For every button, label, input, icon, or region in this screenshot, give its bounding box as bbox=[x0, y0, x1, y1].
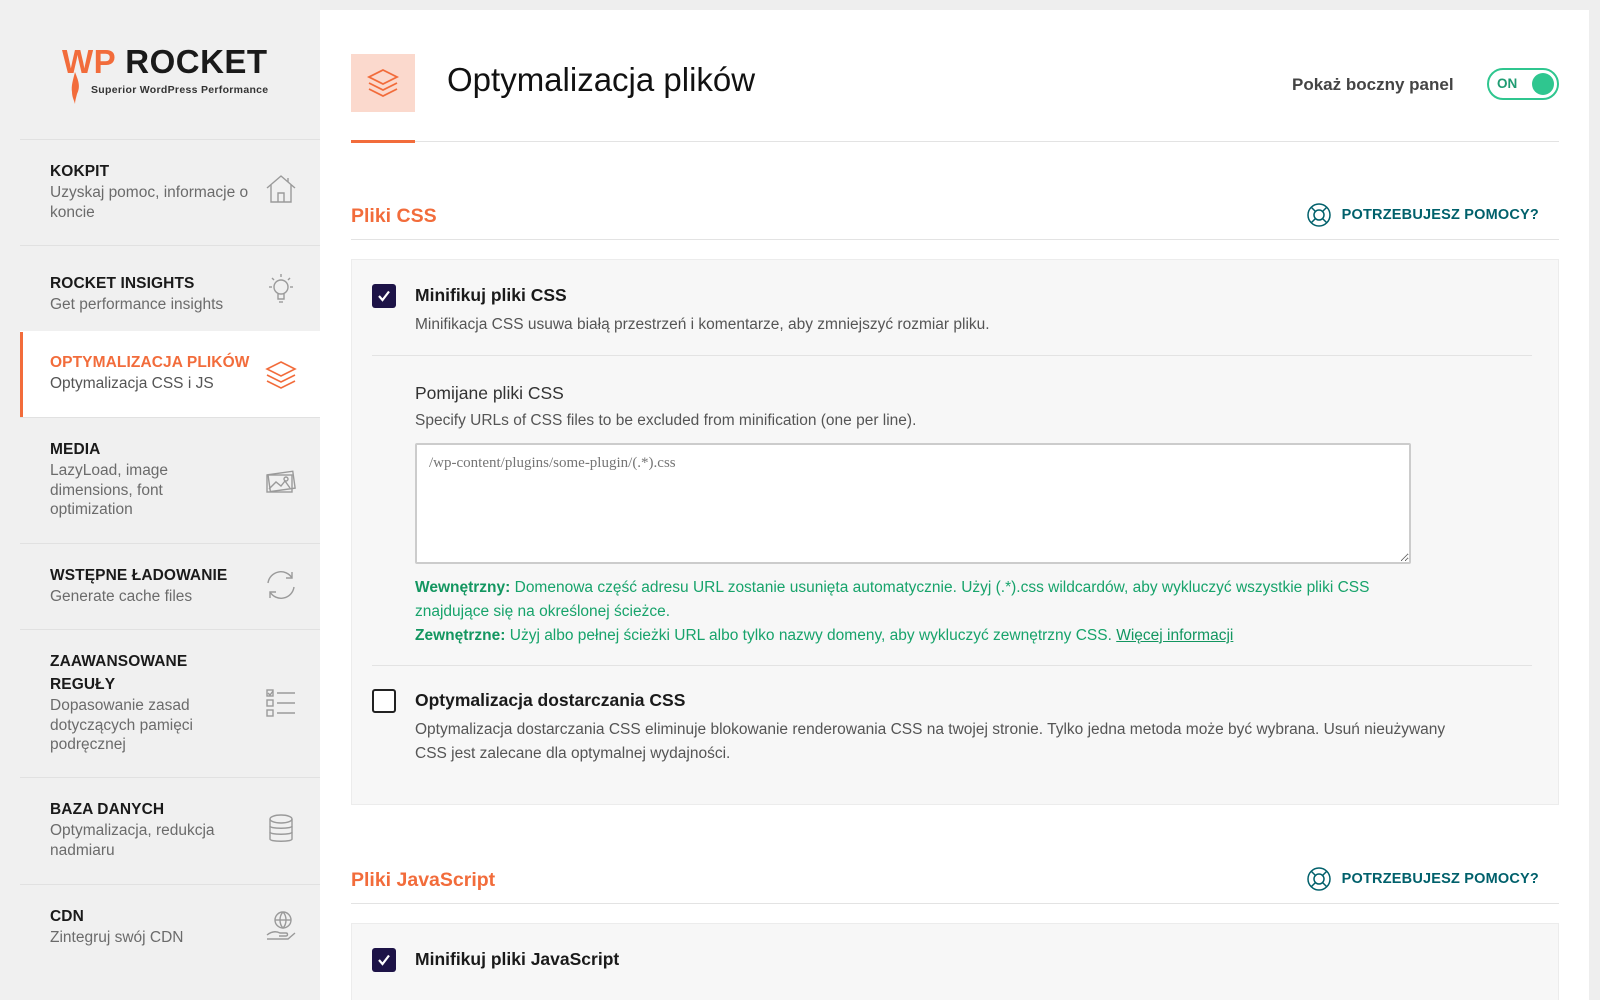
minify-js-title: Minifikuj pliki JavaScript bbox=[415, 949, 620, 969]
sidebar-item-zaawansowane-reguly[interactable]: ZAAWANSOWANE REGUŁY Dopasowanie zasad do… bbox=[20, 629, 320, 777]
sidebar: WP ROCKET Superior WordPress Performance… bbox=[0, 0, 320, 1000]
layers-icon bbox=[366, 68, 400, 98]
sidebar-nav: KOKPIT Uzyskaj pomoc, informacje o konci… bbox=[20, 139, 320, 970]
sidebar-item-baza-danych[interactable]: BAZA DANYCH Optymalizacja, redukcja nadm… bbox=[20, 777, 320, 884]
more-info-link[interactable]: Więcej informacji bbox=[1116, 627, 1233, 644]
sidebar-item-desc: LazyLoad, image dimensions, font optimiz… bbox=[50, 462, 169, 518]
css-help-link[interactable]: POTRZEBUJESZ POMOCY? bbox=[1306, 202, 1539, 228]
sidebar-item-desc: Dopasowanie zasad dotyczących pamięci po… bbox=[50, 697, 194, 753]
sidebar-panel-toggle-label: Pokaż boczny panel bbox=[1292, 75, 1454, 94]
sidebar-panel-toggle[interactable]: ON bbox=[1487, 68, 1559, 100]
option-divider bbox=[372, 355, 1532, 356]
sidebar-item-optymalizacja-plikow[interactable]: OPTYMALIZACJA PLIKÓW Optymalizacja CSS i… bbox=[20, 331, 320, 417]
note-external-text: Użyj albo pełnej ścieżki URL albo tylko … bbox=[505, 627, 1117, 644]
sidebar-item-desc: Optymalizacja, redukcja nadmiaru bbox=[50, 822, 215, 859]
page-icon bbox=[351, 54, 415, 112]
images-icon bbox=[266, 470, 296, 493]
main-panel: Optymalizacja plików Pokaż boczny panel … bbox=[320, 10, 1589, 1000]
note-internal-text: Domenowa część adresu URL zostanie usuni… bbox=[415, 579, 1370, 620]
sidebar-item-desc: Generate cache files bbox=[50, 588, 193, 605]
database-icon bbox=[269, 814, 293, 842]
sidebar-item-desc: Optymalizacja CSS i JS bbox=[50, 375, 214, 392]
globe-hand-icon bbox=[266, 911, 296, 940]
page-title: Optymalizacja plików bbox=[447, 61, 756, 98]
toggle-state: ON bbox=[1497, 76, 1518, 91]
sidebar-item-title: ZAAWANSOWANE REGUŁY bbox=[50, 653, 188, 693]
minify-css-desc: Minifikacja CSS usuwa białą przestrzeń i… bbox=[415, 316, 990, 333]
css-delivery-checkbox[interactable] bbox=[372, 689, 396, 713]
sidebar-item-wstepne-ladowanie[interactable]: WSTĘPNE ŁADOWANIE Generate cache files bbox=[20, 543, 320, 629]
wp-rocket-logo[interactable]: WP ROCKET Superior WordPress Performance bbox=[62, 42, 292, 112]
minify-js-checkbox[interactable] bbox=[372, 948, 396, 972]
home-icon bbox=[266, 175, 296, 203]
section-divider bbox=[351, 903, 1559, 904]
sidebar-item-title: MEDIA bbox=[50, 441, 101, 458]
lifebuoy-icon bbox=[1306, 867, 1331, 891]
help-label: POTRZEBUJESZ POMOCY? bbox=[1341, 207, 1539, 223]
css-options-card: Minifikuj pliki CSS Minifikacja CSS usuw… bbox=[351, 259, 1559, 805]
section-title-js: Pliki JavaScript bbox=[351, 869, 496, 891]
section-divider bbox=[351, 239, 1559, 240]
css-delivery-title: Optymalizacja dostarczania CSS bbox=[415, 690, 686, 710]
sidebar-item-desc: Zintegruj swój CDN bbox=[50, 929, 184, 946]
excluded-css-desc: Specify URLs of CSS files to be excluded… bbox=[415, 412, 917, 429]
excluded-css-title: Pomijane pliki CSS bbox=[415, 383, 564, 403]
checkmark-icon bbox=[378, 954, 390, 966]
header-divider bbox=[351, 141, 1559, 142]
js-help-link[interactable]: POTRZEBUJESZ POMOCY? bbox=[1306, 866, 1539, 892]
excluded-css-note: Wewnętrzny: Domenowa część adresu URL zo… bbox=[415, 576, 1425, 648]
sidebar-item-rocket-insights[interactable]: ROCKET INSIGHTS Get performance insights bbox=[20, 245, 320, 331]
sidebar-item-desc: Get performance insights bbox=[50, 296, 224, 313]
refresh-icon bbox=[267, 571, 295, 599]
help-label: POTRZEBUJESZ POMOCY? bbox=[1341, 871, 1539, 887]
checkmark-icon bbox=[378, 290, 390, 302]
css-delivery-desc: Optymalizacja dostarczania CSS eliminuje… bbox=[415, 721, 1446, 762]
toggle-knob bbox=[1532, 73, 1554, 95]
checklist-icon bbox=[266, 689, 295, 717]
logo-wordmark: WP ROCKET bbox=[62, 43, 268, 80]
lifebuoy-icon bbox=[1306, 203, 1331, 227]
rocket-flame-icon bbox=[71, 72, 79, 104]
option-divider bbox=[372, 665, 1532, 666]
layers-icon bbox=[265, 361, 297, 389]
sidebar-item-desc: Uzyskaj pomoc, informacje o koncie bbox=[50, 184, 249, 221]
lightbulb-icon bbox=[269, 274, 293, 303]
minify-css-title: Minifikuj pliki CSS bbox=[415, 285, 567, 305]
note-internal-label: Wewnętrzny: bbox=[415, 579, 511, 596]
note-external-label: Zewnętrzne: bbox=[415, 627, 506, 644]
sidebar-item-kokpit[interactable]: KOKPIT Uzyskaj pomoc, informacje o konci… bbox=[20, 139, 320, 245]
sidebar-item-media[interactable]: MEDIA LazyLoad, image dimensions, font o… bbox=[20, 417, 320, 543]
excluded-css-textarea[interactable] bbox=[415, 443, 1411, 564]
js-options-card: Minifikuj pliki JavaScript bbox=[351, 923, 1559, 1000]
section-title-css: Pliki CSS bbox=[351, 205, 437, 227]
header-accent bbox=[351, 140, 415, 143]
minify-css-checkbox[interactable] bbox=[372, 284, 396, 308]
sidebar-item-cdn[interactable]: CDN Zintegruj swój CDN bbox=[20, 884, 320, 970]
logo-tagline: Superior WordPress Performance bbox=[91, 84, 269, 96]
